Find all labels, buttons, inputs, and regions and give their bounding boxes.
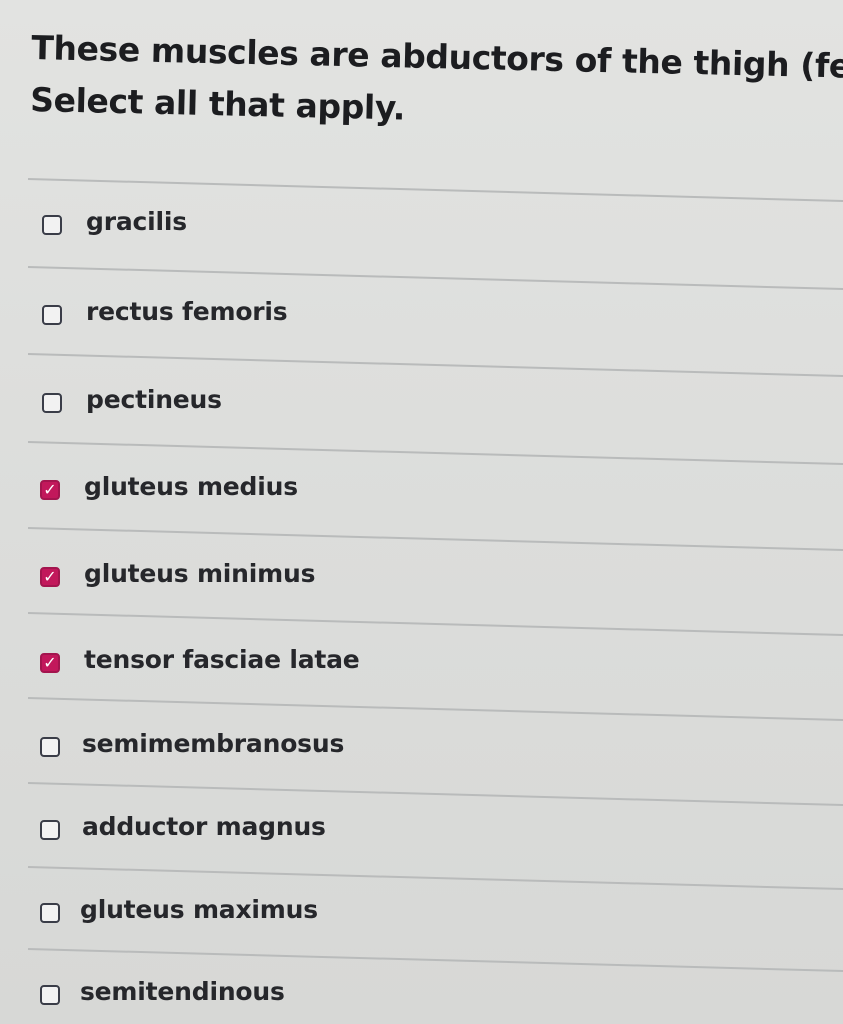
answer-option[interactable]: adductor magnus [0,810,843,870]
answer-option-label: gluteus medius [84,472,298,501]
checkmark-icon: ✓ [43,653,57,672]
checkbox-checked-icon[interactable]: ✓ [40,567,60,587]
answer-option[interactable]: semitendinous [0,975,843,1024]
answer-option-label: adductor magnus [82,812,326,841]
checkbox-unchecked-icon[interactable] [42,215,62,235]
answer-option[interactable]: gluteus maximus [0,893,843,953]
answer-option-label: rectus femoris [86,297,288,326]
checkbox-unchecked-icon[interactable] [40,820,60,840]
answer-option[interactable]: semimembranosus [0,727,843,787]
checkbox-unchecked-icon[interactable] [42,393,62,413]
answer-option-label: tensor fasciae latae [84,645,360,674]
checkmark-icon: ✓ [43,480,57,499]
checkbox-checked-icon[interactable]: ✓ [40,480,60,500]
answer-option-label: gluteus maximus [80,895,318,924]
option-divider [27,266,843,291]
answer-option[interactable]: rectus femoris [0,295,843,355]
option-divider [27,353,843,378]
checkbox-unchecked-icon[interactable] [42,305,62,325]
answer-option-label: semitendinous [80,977,285,1006]
option-divider [27,527,843,552]
answer-option-label: semimembranosus [82,729,345,758]
checkbox-unchecked-icon[interactable] [40,737,60,757]
answer-option[interactable]: gracilis [0,205,843,265]
quiz-page: These muscles are abductors of the thigh… [0,0,843,1024]
checkbox-unchecked-icon[interactable] [40,903,60,923]
answer-option[interactable]: pectineus [0,383,843,443]
answer-option[interactable]: ✓ gluteus medius [0,470,843,530]
checkmark-icon: ✓ [43,567,57,586]
option-divider [27,178,843,203]
answer-option[interactable]: ✓ tensor fasciae latae [0,643,843,703]
checkbox-unchecked-icon[interactable] [40,985,60,1005]
answer-option[interactable]: ✓ gluteus minimus [0,557,843,617]
answer-option-label: gluteus minimus [84,559,316,588]
checkbox-checked-icon[interactable]: ✓ [40,653,60,673]
answer-option-label: pectineus [86,385,222,414]
option-divider [27,441,843,466]
answer-options: gracilis rectus femoris pectineus ✓ gluteus … [0,0,843,1024]
answer-option-label: gracilis [86,207,187,236]
